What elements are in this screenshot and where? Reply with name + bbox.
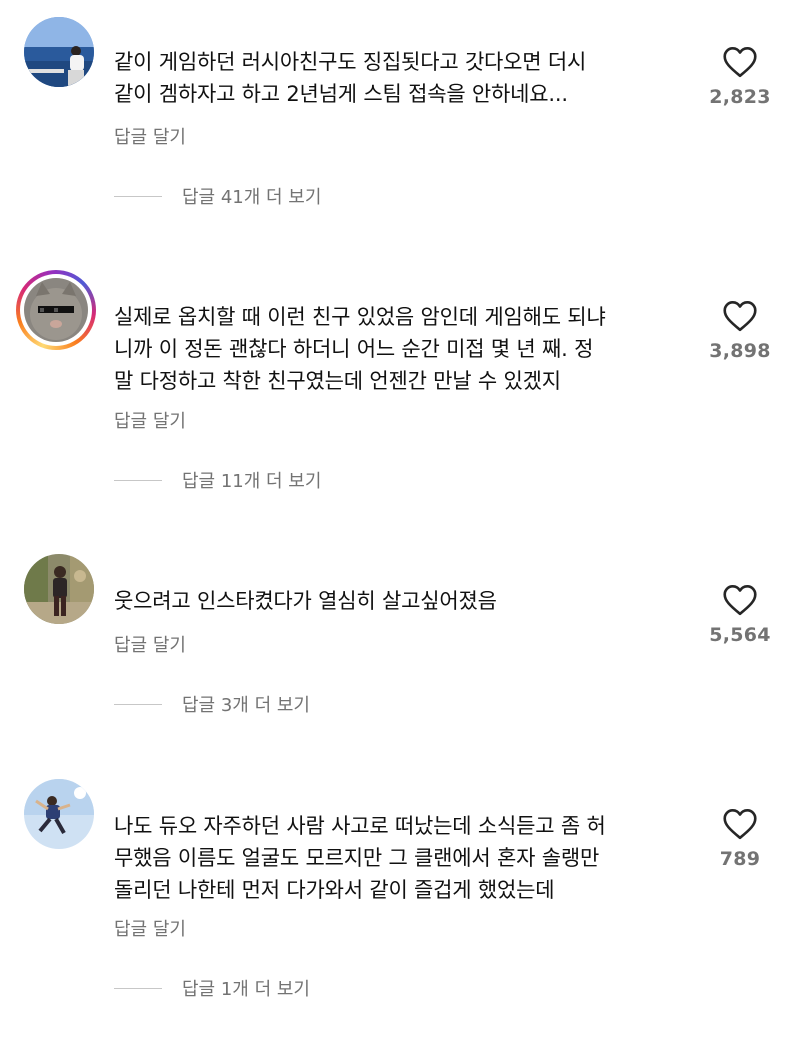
view-replies-button[interactable]: 답글 11개 더 보기 [114, 465, 321, 495]
view-replies-label: 답글 41개 더 보기 [182, 187, 322, 208]
heart-outline-icon[interactable] [722, 300, 758, 332]
heart-outline-icon[interactable] [722, 584, 758, 616]
view-replies-label: 답글 11개 더 보기 [182, 471, 322, 492]
comment-text-line: 같이 겜하자고 하고 2년넘게 스팀 접속을 안하네요... [114, 82, 568, 106]
like-column: 3,898 [700, 300, 780, 362]
view-replies-label: 답글 3개 더 보기 [182, 695, 310, 716]
reply-button[interactable]: 답글 달기 [114, 631, 186, 657]
comment-text-line: 실제로 옵치할 때 이런 친구 있었음 암인데 게임해도 되냐 [114, 305, 606, 329]
heart-outline-icon[interactable] [722, 808, 758, 840]
avatar[interactable] [24, 554, 94, 624]
avatar[interactable] [24, 779, 94, 849]
view-replies-button[interactable]: 답글 41개 더 보기 [114, 181, 321, 211]
comment-text: 나도 듀오 자주하던 사람 사고로 떠났는데 소식듣고 좀 허 무했음 이름도 … [114, 810, 694, 906]
view-replies-button[interactable]: 답글 3개 더 보기 [114, 689, 310, 719]
reply-button[interactable]: 답글 달기 [114, 915, 186, 941]
like-column: 789 [700, 808, 780, 870]
divider-line [114, 195, 162, 197]
profile-photo-cat-sunglasses-icon [24, 278, 88, 342]
comment-text-line: 무했음 이름도 얼굴도 모르지만 그 클랜에서 혼자 솔랭만 [114, 846, 600, 870]
view-replies-label: 답글 1개 더 보기 [182, 979, 310, 1000]
comment-text-line: 말 다정하고 착한 친구였는데 언젠간 만날 수 있겠지 [114, 369, 561, 393]
profile-photo-ocean-person-icon [24, 17, 94, 87]
view-replies-button[interactable]: 답글 1개 더 보기 [114, 973, 310, 1003]
like-count: 5,564 [709, 624, 771, 646]
comment-text-line: 돌리던 나한테 먼저 다가와서 같이 즐겁게 했었는데 [114, 878, 555, 902]
avatar[interactable] [24, 17, 94, 87]
like-column: 5,564 [700, 584, 780, 646]
comment-text-line: 웃으려고 인스타켰다가 열심히 살고싶어졌음 [114, 589, 497, 613]
comment-text-line: 같이 게임하던 러시아친구도 징집됫다고 갓다오면 더시 [114, 50, 587, 74]
divider-line [114, 987, 162, 989]
like-column: 2,823 [700, 46, 780, 108]
profile-photo-person-jumping-icon [24, 779, 94, 849]
comment-text: 실제로 옵치할 때 이런 친구 있었음 암인데 게임해도 되냐 니까 이 정돈 … [114, 301, 694, 397]
comment-text-line: 니까 이 정돈 괜찮다 하더니 어느 순간 미접 몇 년 째. 정 [114, 337, 594, 361]
like-count: 3,898 [709, 340, 771, 362]
heart-outline-icon[interactable] [722, 46, 758, 78]
avatar[interactable] [24, 278, 88, 342]
divider-line [114, 703, 162, 705]
like-count: 789 [719, 848, 761, 870]
like-count: 2,823 [709, 86, 771, 108]
reply-button[interactable]: 답글 달기 [114, 407, 186, 433]
profile-photo-person-garden-icon [24, 554, 94, 624]
reply-button[interactable]: 답글 달기 [114, 123, 186, 149]
comment-text: 웃으려고 인스타켰다가 열심히 살고싶어졌음 [114, 585, 694, 617]
comment-text-line: 나도 듀오 자주하던 사람 사고로 떠났는데 소식듣고 좀 허 [114, 814, 606, 838]
comment-text: 같이 게임하던 러시아친구도 징집됫다고 갓다오면 더시 같이 겜하자고 하고 … [114, 46, 694, 110]
divider-line [114, 479, 162, 481]
